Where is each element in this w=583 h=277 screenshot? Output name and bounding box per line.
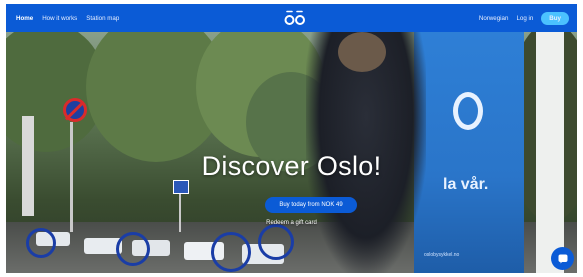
ad-logo-icon xyxy=(453,92,483,130)
chat-button[interactable] xyxy=(551,247,574,270)
no-parking-sign-icon xyxy=(63,98,87,122)
chat-icon xyxy=(558,254,567,263)
top-nav: Home How it works Station map Norwegian … xyxy=(6,4,577,32)
nav-how-it-works[interactable]: How it works xyxy=(42,15,77,22)
login-link[interactable]: Log in xyxy=(516,15,533,22)
ad-url: oslobysykkel.no xyxy=(424,252,460,258)
buy-cta-button[interactable]: Buy today from NOK 49 xyxy=(265,197,357,213)
logo-icon[interactable] xyxy=(284,9,306,27)
bike-wheel xyxy=(26,228,56,258)
browser-viewport: Home How it works Station map Norwegian … xyxy=(6,4,577,273)
nav-home[interactable]: Home xyxy=(16,15,33,22)
redeem-gift-card-link[interactable]: Redeem a gift card xyxy=(6,220,577,226)
nav-actions: Norwegian Log in Buy xyxy=(479,4,569,32)
nav-station-map[interactable]: Station map xyxy=(86,15,119,22)
sign-pole xyxy=(179,192,181,232)
bike-wheel xyxy=(211,232,251,272)
person-head xyxy=(338,32,386,72)
buy-button[interactable]: Buy xyxy=(541,11,569,25)
bike-wheel xyxy=(258,224,294,260)
bike-wheel xyxy=(116,232,150,266)
hero-title: Discover Oslo! xyxy=(201,151,382,181)
language-switch[interactable]: Norwegian xyxy=(479,15,509,22)
nav-links: Home How it works Station map xyxy=(16,4,119,32)
hero-section: la vår. oslobysykkel.no Discover Oslo! B… xyxy=(6,32,577,273)
parking-sign-icon xyxy=(173,180,189,194)
